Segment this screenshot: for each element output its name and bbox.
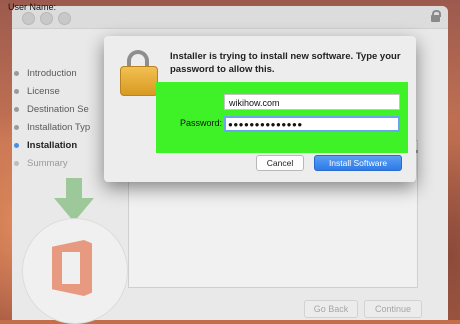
step-installation-type: Installation Typ [14, 120, 114, 138]
step-bullet [14, 143, 19, 148]
username-label: User Name: [7, 2, 56, 12]
step-destination: Destination Se [14, 102, 114, 120]
cancel-button[interactable]: Cancel [256, 155, 304, 171]
go-back-button[interactable]: Go Back [304, 300, 358, 318]
step-introduction: Introduction [14, 66, 114, 84]
password-label: Password: [179, 118, 222, 128]
step-license: License [14, 84, 114, 102]
continue-button[interactable]: Continue [364, 300, 422, 318]
step-summary: Summary [14, 156, 114, 174]
step-bullet [14, 161, 19, 166]
install-software-button[interactable]: Install Software [314, 155, 402, 171]
step-label: Introduction [27, 68, 77, 79]
step-label: Destination Se [27, 104, 89, 115]
office-logo-icon [52, 240, 96, 296]
installer-titlebar [12, 6, 448, 29]
step-bullet [14, 89, 19, 94]
password-label-container: Password: [166, 116, 222, 132]
step-bullet [14, 125, 19, 130]
installer-steps: Introduction License Destination Se Inst… [14, 66, 114, 174]
step-label: License [27, 86, 60, 97]
step-label: Summary [27, 158, 68, 169]
zoom-window-button[interactable] [58, 12, 71, 25]
username-field[interactable]: wikihow.com [224, 94, 400, 110]
lock-icon [431, 10, 441, 22]
username-label-container: User Name: [0, 0, 56, 16]
padlock-icon [120, 50, 158, 96]
step-bullet [14, 107, 19, 112]
step-bullet [14, 71, 19, 76]
auth-dialog-message: Installer is trying to install new softw… [170, 51, 401, 75]
password-field[interactable]: ●●●●●●●●●●●●●● [224, 116, 400, 132]
step-label: Installation [27, 140, 78, 151]
step-label: Installation Typ [27, 122, 91, 133]
step-installation: Installation [14, 138, 114, 156]
